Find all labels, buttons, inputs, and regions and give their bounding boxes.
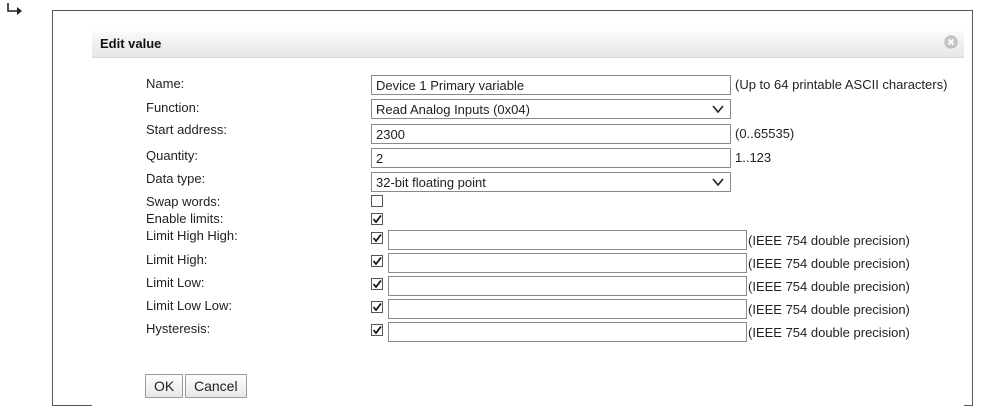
limit-low-low-label: Limit Low Low: — [146, 298, 232, 313]
chevron-down-icon — [712, 178, 724, 187]
limit-low-low-checkbox[interactable] — [371, 301, 383, 313]
checkmark-icon — [372, 302, 382, 312]
function-select[interactable]: Read Analog Inputs (0x04) — [371, 99, 731, 119]
limit-low-low-hint: (IEEE 754 double precision) — [748, 302, 910, 317]
close-icon[interactable] — [944, 35, 958, 49]
return-arrow-icon — [7, 3, 22, 15]
data-type-select-value: 32-bit floating point — [376, 175, 486, 190]
quantity-input[interactable] — [371, 148, 731, 168]
hysteresis-label: Hysteresis: — [146, 321, 211, 336]
chevron-down-icon — [712, 105, 724, 114]
dialog-title: Edit value — [100, 36, 162, 51]
function-select-value: Read Analog Inputs (0x04) — [376, 102, 530, 117]
hysteresis-checkbox[interactable] — [371, 324, 383, 336]
limit-low-low-input[interactable] — [388, 299, 747, 319]
limit-high-high-checkbox[interactable] — [371, 232, 383, 244]
name-hint: (Up to 64 printable ASCII characters) — [735, 77, 948, 92]
swap-words-checkbox[interactable] — [371, 195, 383, 207]
hysteresis-input[interactable] — [388, 322, 747, 342]
limit-high-checkbox[interactable] — [371, 255, 383, 267]
hysteresis-hint: (IEEE 754 double precision) — [748, 325, 910, 340]
ok-button[interactable]: OK — [145, 374, 184, 398]
limit-low-label: Limit Low: — [146, 275, 205, 290]
start-address-label: Start address: — [146, 122, 227, 137]
checkmark-icon — [372, 279, 382, 289]
name-label: Name: — [146, 76, 185, 91]
limit-high-high-label: Limit High High: — [146, 228, 238, 243]
limit-high-high-hint: (IEEE 754 double precision) — [748, 233, 910, 248]
start-address-input[interactable] — [371, 124, 731, 144]
enable-limits-checkbox[interactable] — [371, 213, 383, 225]
limit-low-input[interactable] — [388, 276, 747, 296]
limit-high-high-input[interactable] — [388, 230, 747, 250]
dialog-frame: Edit value Name: (Up to 64 printable ASC… — [52, 10, 973, 407]
limit-high-label: Limit High: — [146, 252, 208, 267]
swap-words-label: Swap words: — [146, 194, 221, 209]
enable-limits-label: Enable limits: — [146, 211, 224, 226]
checkmark-icon — [372, 214, 382, 224]
edit-value-dialog: Edit value Name: (Up to 64 printable ASC… — [92, 31, 964, 407]
checkmark-icon — [372, 233, 382, 243]
limit-low-checkbox[interactable] — [371, 278, 383, 290]
dialog-titlebar: Edit value — [92, 31, 964, 58]
cancel-button[interactable]: Cancel — [185, 374, 247, 398]
data-type-label: Data type: — [146, 171, 206, 186]
name-input[interactable] — [371, 75, 731, 95]
checkmark-icon — [372, 325, 382, 335]
limit-high-input[interactable] — [388, 253, 747, 273]
data-type-select[interactable]: 32-bit floating point — [371, 172, 731, 192]
limit-low-hint: (IEEE 754 double precision) — [748, 279, 910, 294]
quantity-hint: 1..123 — [735, 150, 772, 165]
function-label: Function: — [146, 100, 200, 115]
start-address-hint: (0..65535) — [735, 126, 795, 141]
checkmark-icon — [372, 256, 382, 266]
limit-high-hint: (IEEE 754 double precision) — [748, 256, 910, 271]
quantity-label: Quantity: — [146, 148, 199, 163]
